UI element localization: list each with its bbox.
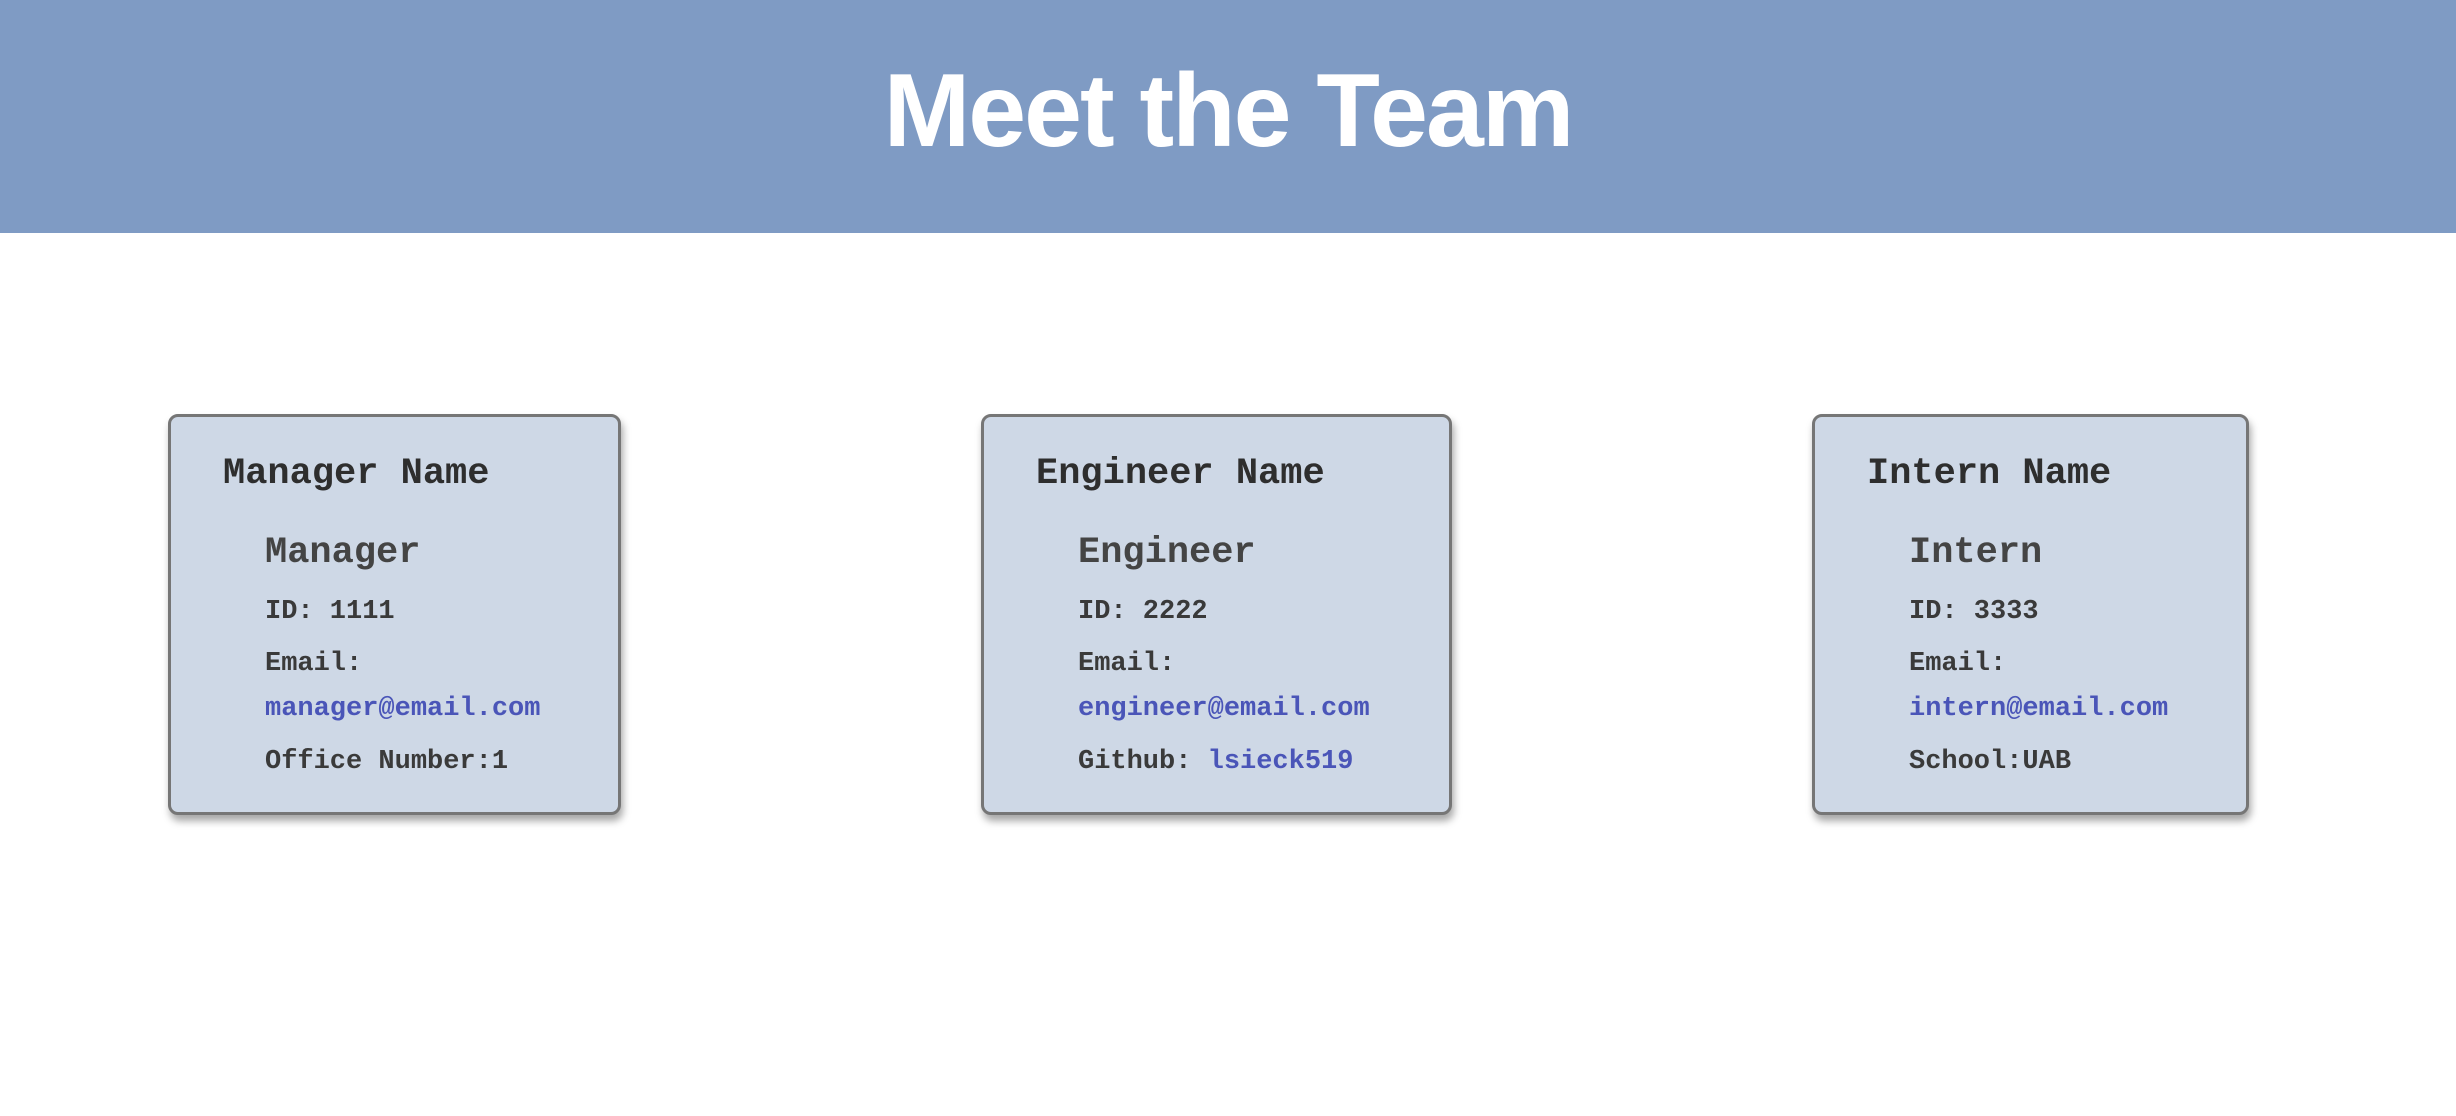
card-name: Intern Name (1867, 453, 2112, 495)
card-role: Engineer (1078, 532, 1256, 574)
card-id: ID: 2222 (1078, 597, 1208, 627)
office-number: Office Number:1 (265, 747, 509, 777)
github-line: Github: lsieck519 (1078, 747, 1353, 777)
card-email-label: Email: (1909, 649, 2007, 679)
card-id: ID: 3333 (1909, 597, 2039, 627)
page-title: Meet the Team (883, 53, 1575, 169)
card-role: Manager (265, 532, 421, 574)
email-link[interactable]: manager@email.com (265, 694, 540, 724)
page-header: Meet the Team (0, 0, 2456, 233)
email-link[interactable]: intern@email.com (1909, 694, 2168, 724)
card-role: Intern (1909, 532, 2043, 574)
card-email-label: Email: (265, 649, 363, 679)
card-name: Manager Name (223, 453, 490, 495)
intern-card: Intern Name Intern ID: 3333 Email: inter… (1812, 414, 2249, 815)
github-label: Github: (1078, 747, 1192, 777)
github-link[interactable]: lsieck519 (1208, 747, 1354, 777)
engineer-card: Engineer Name Engineer ID: 2222 Email: e… (981, 414, 1452, 815)
card-email-label: Email: (1078, 649, 1176, 679)
manager-card: Manager Name Manager ID: 1111 Email: man… (168, 414, 621, 815)
email-link[interactable]: engineer@email.com (1078, 694, 1370, 724)
school: School:UAB (1909, 747, 2072, 777)
card-id: ID: 1111 (265, 597, 395, 627)
card-name: Engineer Name (1036, 453, 1325, 495)
